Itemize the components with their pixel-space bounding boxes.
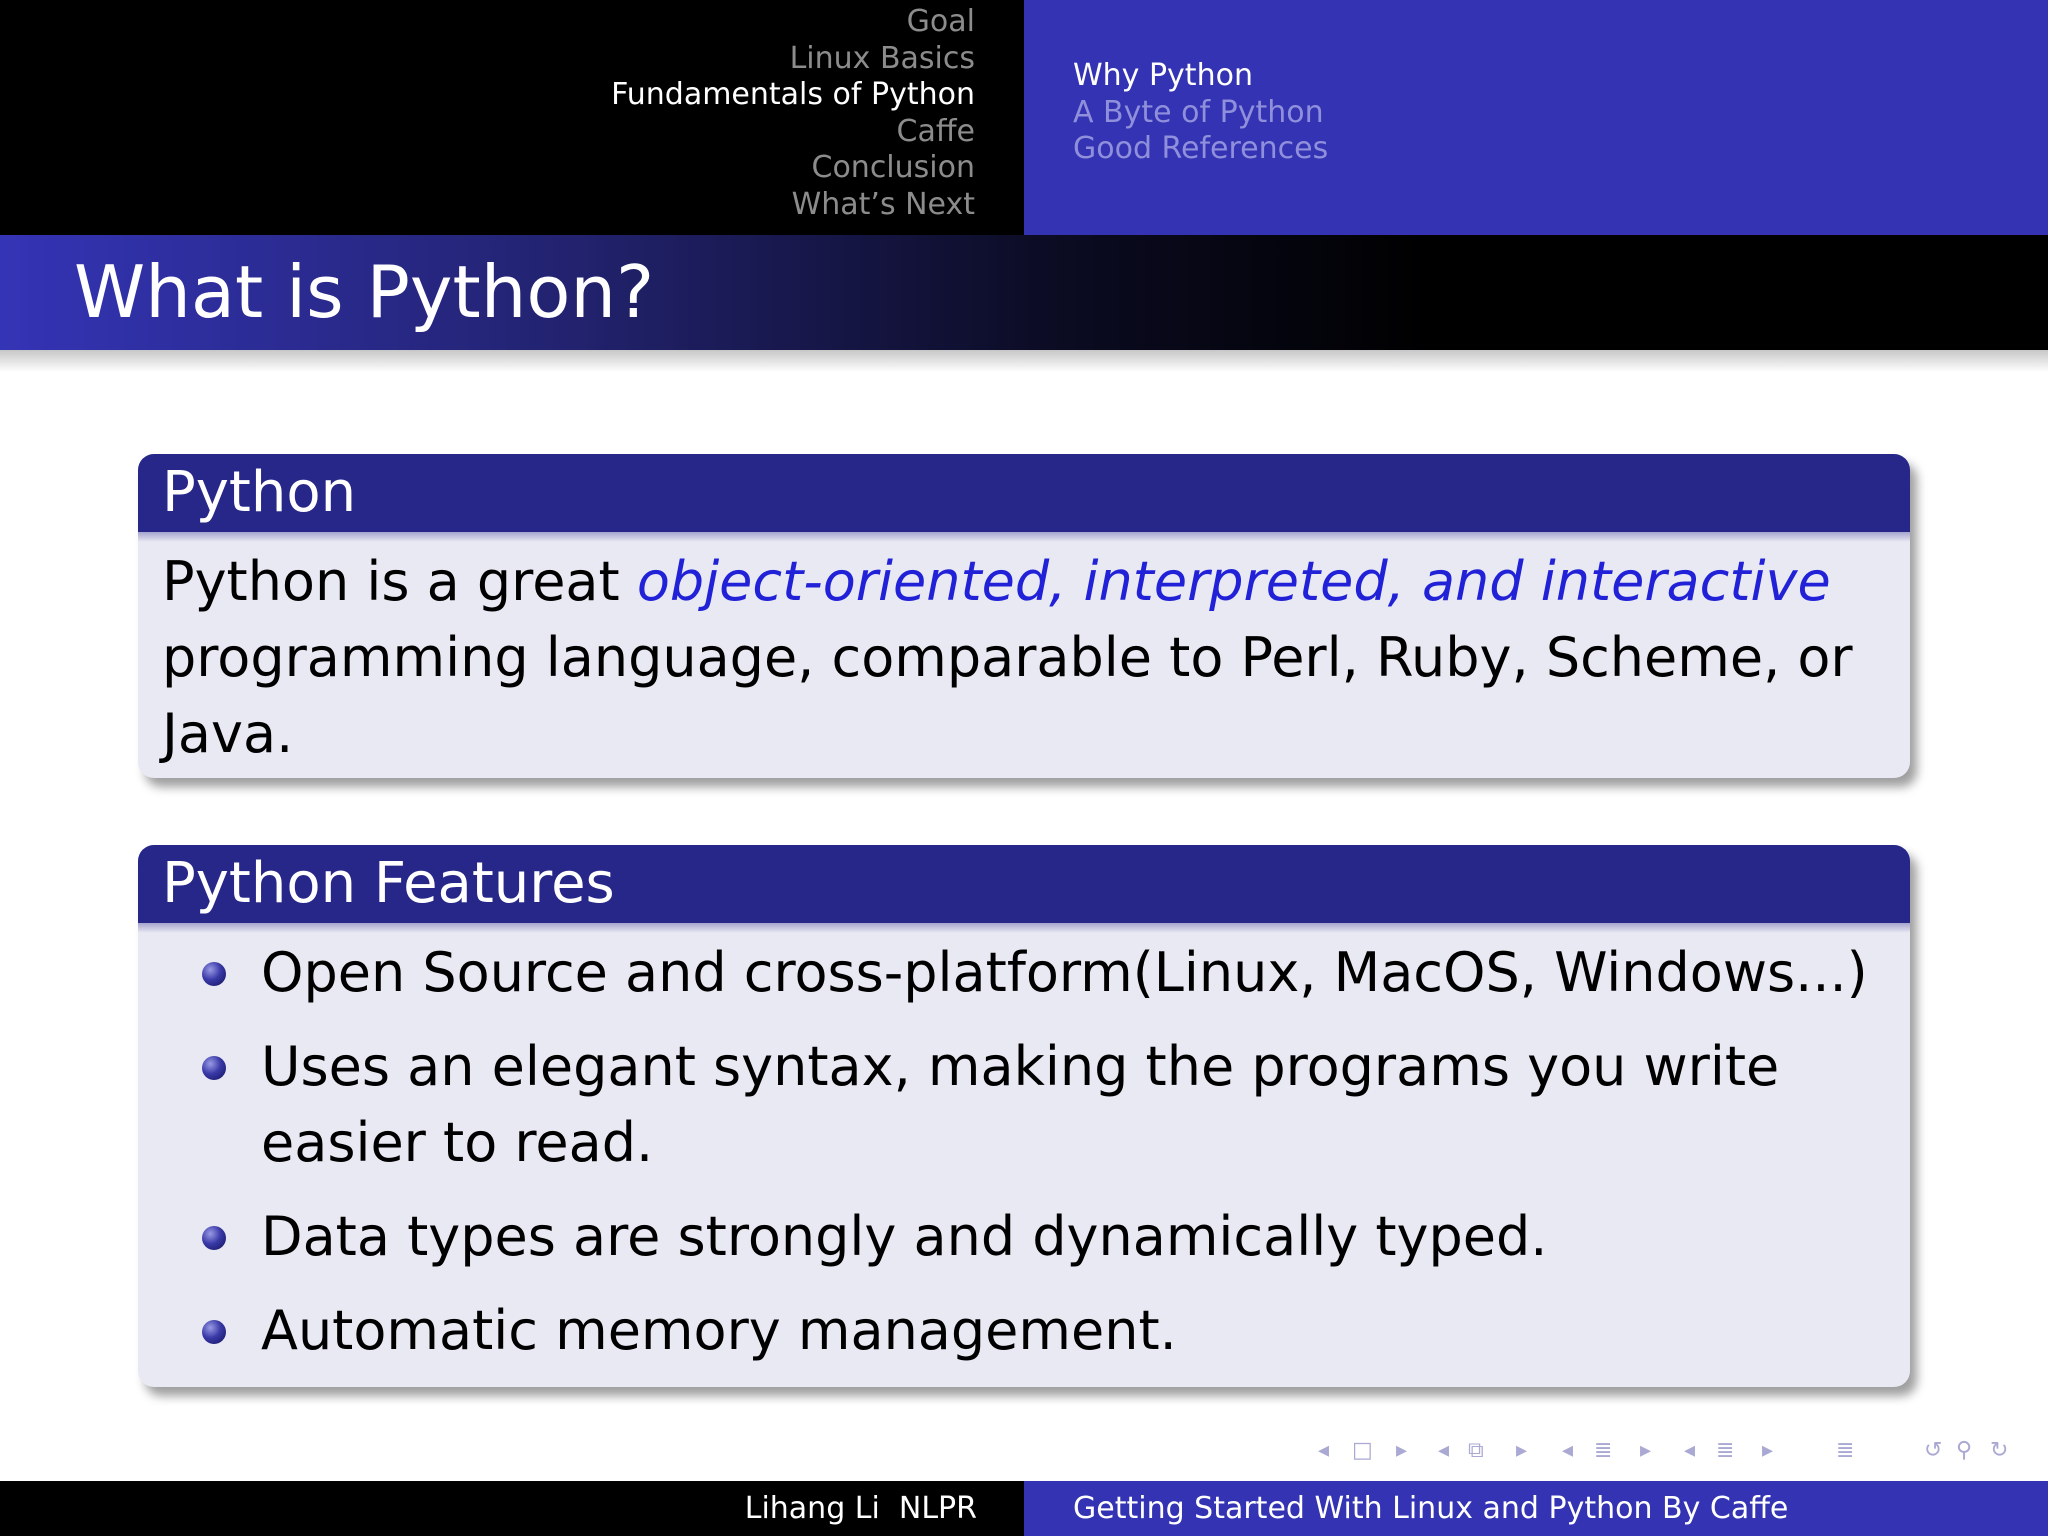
toc-icon[interactable]: ≣ [1836, 1438, 1854, 1463]
section-item-linux-basics[interactable]: Linux Basics [611, 41, 975, 78]
frame-title: What is Python? [74, 250, 655, 334]
back-icon[interactable]: ↺ [1924, 1438, 1942, 1463]
slide-icon[interactable]: □ [1352, 1438, 1373, 1463]
next-slide-icon[interactable]: ▸ [1396, 1438, 1407, 1463]
search-icon[interactable]: ⚲ [1956, 1438, 1972, 1463]
next-section-icon[interactable]: ▸ [1762, 1438, 1773, 1463]
list-item: Open Source and cross-platform(Linux, Ma… [202, 935, 1884, 1011]
list-item: Data types are strongly and dynamically … [202, 1199, 1884, 1275]
python-description-end: programming language, comparable to Perl… [162, 626, 1853, 765]
navigation-symbols: ◂ □ ▸ ◂ ⧉ ▸ ◂ ≣ ▸ ◂ ≣ ▸ ≣ ↺ ⚲ ↻ [1310, 1432, 2030, 1472]
feature-text: Open Source and cross-platform(Linux, Ma… [261, 941, 1868, 1004]
python-description-emphasis: object-oriented, interpreted, and intera… [636, 550, 1831, 613]
python-description-start: Python is a great [162, 550, 637, 613]
prev-slide-icon[interactable]: ◂ [1318, 1438, 1329, 1463]
footer-author: Lihang Li NLPR [744, 1491, 977, 1526]
python-features-block-title: Python Features [138, 845, 1910, 933]
prev-section-icon[interactable]: ◂ [1684, 1438, 1695, 1463]
forward-icon[interactable]: ↻ [1990, 1438, 2008, 1463]
header-navigation: Goal Linux Basics Fundamentals of Python… [0, 0, 2048, 235]
section-item-whats-next[interactable]: What’s Next [611, 187, 975, 224]
prev-frame-icon[interactable]: ◂ [1438, 1438, 1449, 1463]
section-list: Goal Linux Basics Fundamentals of Python… [611, 4, 975, 223]
python-block-body: Python is a great object-oriented, inter… [138, 532, 1910, 772]
python-features-block-body: Open Source and cross-platform(Linux, Ma… [138, 923, 1910, 1369]
next-frame-icon[interactable]: ▸ [1516, 1438, 1527, 1463]
bullet-icon [202, 962, 226, 986]
subsection-icon[interactable]: ≣ [1594, 1438, 1612, 1463]
section-item-caffe[interactable]: Caffe [611, 114, 975, 151]
feature-text: Uses an elegant syntax, making the progr… [261, 1035, 1780, 1174]
python-block-title: Python [138, 454, 1910, 542]
bullet-icon [202, 1226, 226, 1250]
list-item: Uses an elegant syntax, making the progr… [202, 1029, 1884, 1181]
feature-text: Automatic memory management. [261, 1299, 1177, 1362]
title-shadow [0, 350, 2048, 372]
prev-subsection-icon[interactable]: ◂ [1562, 1438, 1573, 1463]
footer: Lihang Li NLPR Getting Started With Linu… [0, 1481, 2048, 1536]
subsection-item-why-python[interactable]: Why Python [1073, 58, 1328, 95]
frame-title-bar: What is Python? [0, 235, 2048, 350]
section-icon[interactable]: ≣ [1716, 1438, 1734, 1463]
bullet-icon [202, 1056, 226, 1080]
frame-icon[interactable]: ⧉ [1468, 1438, 1484, 1463]
footer-author-panel: Lihang Li NLPR [0, 1481, 1024, 1536]
features-list: Open Source and cross-platform(Linux, Ma… [162, 935, 1884, 1369]
section-item-conclusion[interactable]: Conclusion [611, 150, 976, 187]
python-features-block: Python Features Open Source and cross-pl… [138, 845, 1910, 1387]
section-item-goal[interactable]: Goal [611, 4, 975, 41]
bullet-icon [202, 1320, 226, 1344]
footer-title-panel: Getting Started With Linux and Python By… [1024, 1481, 2048, 1536]
python-block: Python Python is a great object-oriented… [138, 454, 1910, 778]
subsection-list: Why Python A Byte of Python Good Referen… [1073, 58, 1328, 168]
list-item: Automatic memory management. [202, 1293, 1884, 1369]
subsection-item-good-references[interactable]: Good References [1073, 131, 1328, 168]
next-subsection-icon[interactable]: ▸ [1640, 1438, 1651, 1463]
section-item-fundamentals-of-python[interactable]: Fundamentals of Python [611, 77, 975, 114]
footer-title: Getting Started With Linux and Python By… [1073, 1491, 1789, 1526]
feature-text: Data types are strongly and dynamically … [261, 1205, 1548, 1268]
subsection-item-a-byte-of-python[interactable]: A Byte of Python [1073, 95, 1328, 132]
subsection-navigation-panel: Why Python A Byte of Python Good Referen… [1024, 0, 2048, 235]
section-navigation-panel: Goal Linux Basics Fundamentals of Python… [0, 0, 1024, 235]
